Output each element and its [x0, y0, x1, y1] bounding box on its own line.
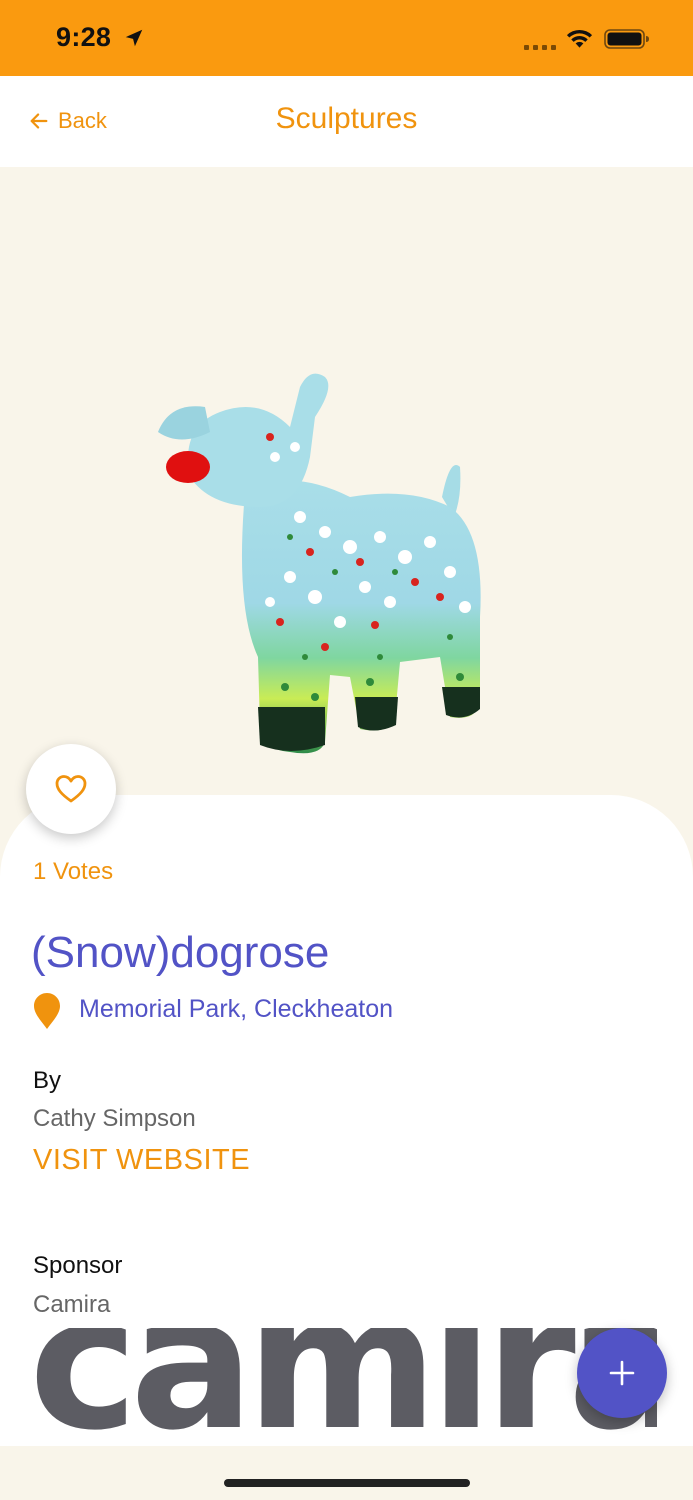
sculpture-location-link[interactable]: Memorial Park, Cleckheaton — [79, 995, 393, 1024]
artist-name: Cathy Simpson — [33, 1105, 196, 1132]
artist-heading: By — [33, 1067, 62, 1094]
back-button[interactable]: Back — [28, 106, 107, 136]
vote-count: 1 Votes — [33, 858, 114, 885]
navigation-bar: Sculptures Back — [0, 76, 693, 167]
status-time: 9:28 — [56, 22, 112, 52]
sculpture-title: (Snow)dogrose — [31, 928, 330, 977]
painted-dog-sculpture-image — [158, 373, 481, 754]
battery-icon — [604, 29, 649, 49]
location-arrow-icon — [125, 29, 143, 47]
visit-website-link[interactable]: VISIT WEBSITE — [33, 1144, 250, 1177]
sponsor-name: Camira — [33, 1291, 111, 1318]
map-pin-icon — [34, 993, 60, 1029]
add-button[interactable] — [577, 1328, 667, 1418]
home-indicator-area — [0, 1446, 693, 1500]
sponsor-logo: camira — [33, 1328, 657, 1446]
arrow-left-icon — [30, 113, 48, 129]
sponsor-heading: Sponsor — [33, 1252, 123, 1279]
cellular-signal-icon — [524, 42, 556, 50]
wifi-icon — [566, 29, 593, 48]
heart-icon — [55, 775, 87, 803]
status-bar: 9:28 — [0, 0, 693, 76]
home-indicator[interactable] — [224, 1479, 470, 1487]
back-button-label: Back — [58, 108, 107, 133]
sponsor-logo-text: camira — [33, 1328, 657, 1446]
plus-icon — [609, 1360, 635, 1386]
favorite-button[interactable] — [26, 744, 116, 834]
